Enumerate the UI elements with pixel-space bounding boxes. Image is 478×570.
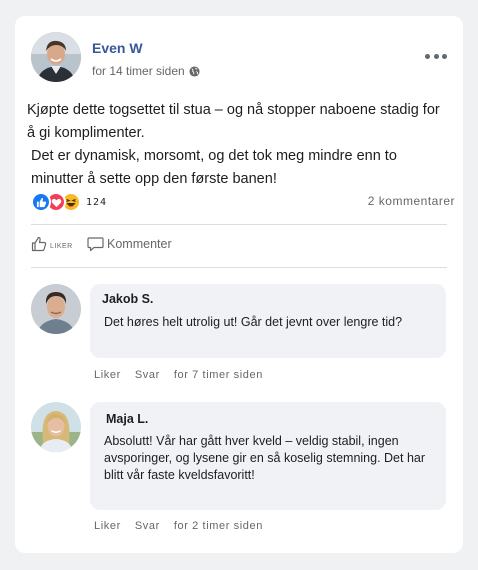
comment-like-link[interactable]: Liker (94, 369, 121, 381)
like-reaction-icon (31, 192, 51, 212)
commenter-avatar[interactable] (31, 402, 81, 452)
globe-icon (189, 65, 200, 77)
comment-button-label: Kommenter (107, 237, 172, 251)
reactions-summary[interactable]: 124 (31, 192, 107, 212)
comment-bubble: Maja L. Absolutt! Vår har gått hver kvel… (90, 402, 446, 510)
comment-bubble: Jakob S. Det høres helt utrolig ut! Går … (90, 284, 446, 358)
post-card: Even W for 14 timer siden Kjøpte dette t… (15, 16, 463, 553)
post-text-line: Det er dynamisk, morsomt, og det tok meg… (31, 148, 397, 187)
comment-time: for 7 timer siden (173, 369, 263, 381)
post-time[interactable]: for 14 timer siden (92, 64, 185, 78)
divider (31, 267, 447, 268)
comment-actions: Liker Svar for 7 timer siden (94, 369, 263, 381)
comment-text: Absolutt! Vår har gått hver kveld – veld… (104, 434, 426, 482)
post-meta: for 14 timer siden (92, 64, 200, 78)
commenter-avatar[interactable] (31, 284, 81, 334)
comment-count[interactable]: 2 kommentarer (368, 194, 455, 208)
commenter-name[interactable]: Maja L. (106, 412, 148, 426)
author-avatar[interactable] (31, 32, 81, 82)
author-name[interactable]: Even W (92, 40, 143, 56)
comment-actions: Liker Svar for 2 timer siden (94, 520, 263, 532)
post-body: Kjøpte dette togsettet til stua – og nå … (27, 99, 447, 191)
comment-bubble-icon (87, 237, 104, 252)
comment-button[interactable]: Kommenter (87, 236, 172, 252)
comment-like-link[interactable]: Liker (94, 520, 121, 532)
reaction-count: 124 (86, 196, 108, 208)
like-button[interactable]: Liker (31, 236, 73, 252)
divider (31, 224, 447, 225)
post-text-line: Kjøpte dette togsettet til stua – og nå … (27, 102, 440, 141)
comment-reply-link[interactable]: Svar (135, 369, 160, 381)
more-options-button[interactable] (425, 46, 447, 66)
more-icon (425, 53, 430, 59)
commenter-name[interactable]: Jakob S. (102, 292, 153, 306)
like-button-label: Liker (50, 243, 73, 250)
thumbs-up-icon (31, 236, 47, 252)
comment-time: for 2 timer siden (173, 520, 263, 532)
comment-text: Det høres helt utrolig ut! Går det jevnt… (104, 315, 403, 329)
comment-reply-link[interactable]: Svar (135, 520, 160, 532)
